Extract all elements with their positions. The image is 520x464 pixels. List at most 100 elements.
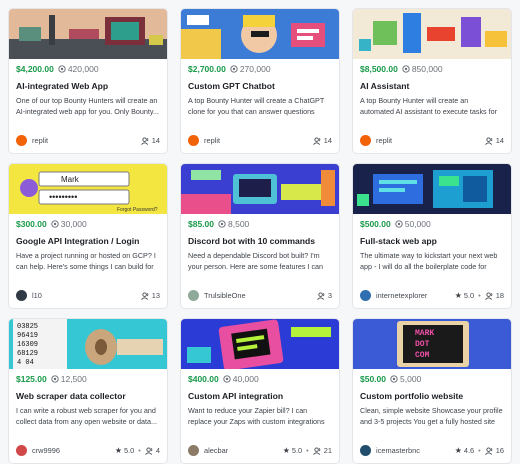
card-thumbnail: [181, 164, 339, 214]
avatar[interactable]: [16, 445, 27, 456]
cycles-icon: [51, 220, 59, 228]
apps-count-value: 18: [495, 291, 504, 300]
card-footer: replit 14: [188, 135, 332, 146]
users-icon: [312, 136, 321, 145]
scraper-digits-4: 68129: [17, 350, 38, 358]
username[interactable]: TrulsibleOne: [204, 291, 317, 300]
cycles-icon: [230, 65, 238, 73]
cycles-icon: [51, 375, 59, 383]
bounty-card[interactable]: $8,500.00 850,000 AI Assistant A top Bou…: [352, 8, 512, 154]
username[interactable]: l10: [32, 291, 141, 300]
card-description: A top Bounty Hunter will create an autom…: [360, 96, 498, 116]
price: $85.00: [188, 219, 214, 229]
users-icon: [317, 291, 325, 300]
card-meta: $85.00 8,500: [188, 219, 332, 229]
username[interactable]: replit: [32, 136, 141, 145]
username[interactable]: internetexplorer: [376, 291, 455, 300]
apps-count-value: 21: [323, 446, 332, 455]
cycles-icon: [58, 65, 66, 73]
bounty-card[interactable]: $2,700.00 270,000 Custom GPT Chatbot A t…: [180, 8, 340, 154]
cycles: 40,000: [223, 374, 259, 384]
card-title[interactable]: Full-stack web app: [360, 236, 504, 246]
separator-dot: •: [478, 446, 481, 455]
bounty-card[interactable]: $400.00 40,000 Custom API integration Wa…: [180, 318, 340, 464]
bounty-card-grid: $4,200.00 420,000 AI-integrated Web App …: [8, 8, 512, 464]
card-title[interactable]: Custom API integration: [188, 391, 332, 401]
username[interactable]: icemasterbnc: [376, 446, 455, 455]
avatar[interactable]: [360, 290, 371, 301]
rating-value: 4.6: [463, 446, 475, 455]
bounty-card[interactable]: $500.00 50,000 Full-stack web app The ul…: [352, 163, 512, 309]
card-description: Want to reduce your Zapier bill? I can r…: [188, 406, 325, 426]
price: $125.00: [16, 374, 47, 384]
rating: ★ 4.6: [455, 446, 474, 455]
cycles-value: 5,000: [400, 374, 422, 384]
card-meta: $2,700.00 270,000: [188, 64, 332, 74]
cycles: 30,000: [51, 219, 87, 229]
username[interactable]: replit: [204, 136, 313, 145]
scraper-digits-1: 03825: [17, 323, 38, 331]
card-title[interactable]: Google API Integration / Login: [16, 236, 160, 246]
card-description: Have a project running or hosted on GCP?…: [16, 251, 156, 271]
users-icon: [484, 291, 493, 300]
cycles-value: 850,000: [411, 64, 443, 74]
apps-count: 3: [317, 291, 332, 300]
card-title[interactable]: Web scraper data collector: [16, 391, 160, 401]
rating-value: 5.0: [291, 446, 303, 455]
card-footer: internetexplorer ★ 5.0 • 18: [360, 290, 504, 301]
avatar[interactable]: [188, 135, 199, 146]
avatar[interactable]: [360, 445, 371, 456]
rating: ★ 5.0: [283, 446, 302, 455]
price: $2,700.00: [188, 64, 226, 74]
cycles: 50,000: [395, 219, 431, 229]
avatar[interactable]: [188, 445, 199, 456]
card-meta: $8,500.00 850,000: [360, 64, 504, 74]
card-title[interactable]: Custom portfolio website: [360, 391, 504, 401]
apps-count-value: 13: [151, 291, 160, 300]
bounty-card[interactable]: $4,200.00 420,000 AI-integrated Web App …: [8, 8, 168, 154]
cycles-value: 8,500: [228, 219, 250, 229]
card-title[interactable]: AI-integrated Web App: [16, 81, 160, 91]
card-title[interactable]: Discord bot with 10 commands: [188, 236, 332, 246]
avatar[interactable]: [188, 290, 199, 301]
apps-count-value: 14: [495, 136, 504, 145]
apps-count: 14: [484, 136, 504, 145]
portfolio-sign-2: DOT: [415, 340, 430, 349]
cycles-icon: [223, 375, 231, 383]
cycles-value: 40,000: [232, 374, 259, 384]
username[interactable]: replit: [376, 136, 485, 145]
bounty-card[interactable]: $85.00 8,500 Discord bot with 10 command…: [180, 163, 340, 309]
apps-count: 13: [140, 291, 160, 300]
card-description: The ultimate way to kickstart your next …: [360, 251, 498, 271]
cycles-icon: [402, 65, 410, 73]
cycles-value: 270,000: [239, 64, 271, 74]
apps-count-value: 3: [327, 291, 332, 300]
bounty-card[interactable]: Mark ••••••••• Forgot Password? $300.00 …: [8, 163, 168, 309]
cycles: 8,500: [218, 219, 249, 229]
login-forgot-text: Forgot Password?: [117, 207, 158, 213]
rating: ★ 5.0: [455, 291, 474, 300]
apps-count: 14: [312, 136, 332, 145]
login-name-text: Mark: [61, 175, 80, 184]
cycles-value: 420,000: [67, 64, 99, 74]
apps-count-value: 14: [151, 136, 160, 145]
users-icon: [140, 136, 149, 145]
cycles: 420,000: [58, 64, 99, 74]
card-title[interactable]: Custom GPT Chatbot: [188, 81, 332, 91]
username[interactable]: crw9996: [32, 446, 115, 455]
apps-count: 4: [145, 446, 160, 455]
apps-count: 14: [140, 136, 160, 145]
price: $500.00: [360, 219, 391, 229]
avatar[interactable]: [16, 290, 27, 301]
bounty-card[interactable]: 03825 96419 16309 68129 4 04 $125.00 12,…: [8, 318, 168, 464]
users-icon: [145, 446, 153, 455]
avatar[interactable]: [16, 135, 27, 146]
avatar[interactable]: [360, 135, 371, 146]
card-thumbnail: 03825 96419 16309 68129 4 04: [9, 319, 167, 369]
cycles-icon: [218, 220, 226, 228]
bounty-card[interactable]: MARK DOT COM $50.00 5,000 Custom portfol…: [352, 318, 512, 464]
username[interactable]: alecbar: [204, 446, 283, 455]
card-title[interactable]: AI Assistant: [360, 81, 504, 91]
price: $4,200.00: [16, 64, 54, 74]
card-description: One of our top Bounty Hunters will creat…: [16, 96, 159, 116]
